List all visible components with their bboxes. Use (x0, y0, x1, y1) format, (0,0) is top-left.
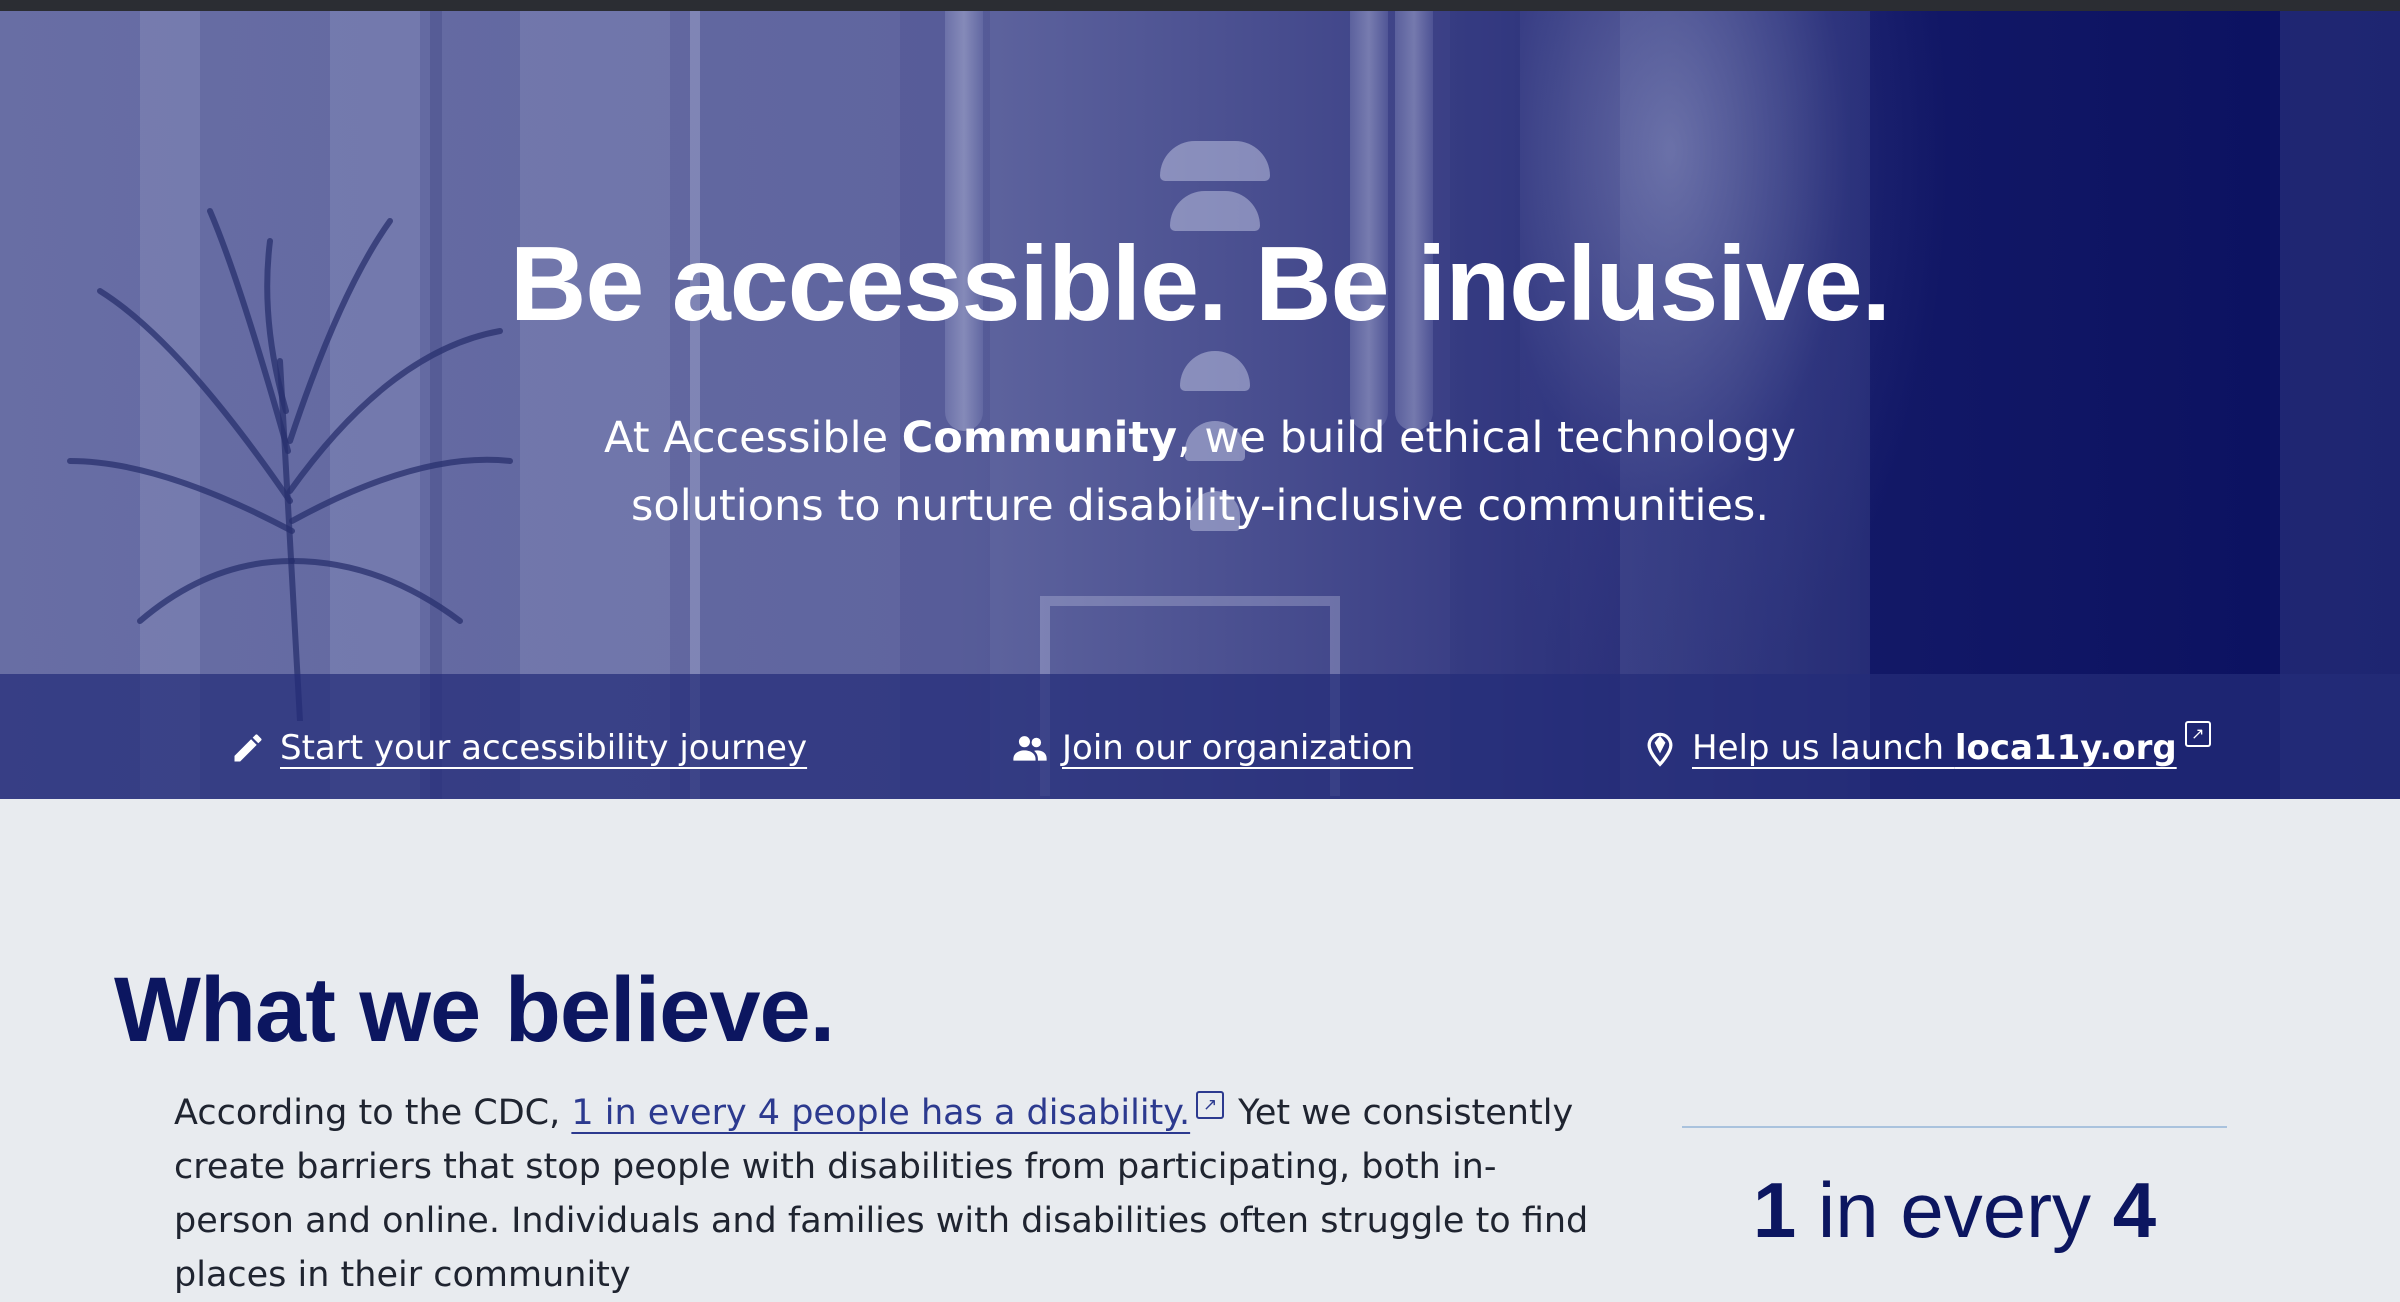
pencil-icon (228, 728, 268, 768)
hero-banner: Be accessible. Be inclusive. At Accessib… (0, 11, 2400, 799)
believe-paragraph: According to the CDC, 1 in every 4 peopl… (174, 1091, 1589, 1295)
external-link-icon: ↗ (2184, 721, 2211, 747)
stat-divider (1682, 1126, 2227, 1128)
join-organization-label: Join our organization (1062, 728, 1414, 768)
join-organization-link[interactable]: Join our organization (1010, 722, 1413, 774)
section-title: What we believe. (114, 959, 835, 1061)
cdc-statistic-link[interactable]: 1 in every 4 people has a disability. (571, 1093, 1190, 1133)
hero-action-bar: Start your accessibility journey Join ou… (0, 674, 2400, 799)
hero-subtitle: At Accessible Community, we build ethica… (604, 413, 1796, 531)
map-pin-icon (1640, 728, 1680, 768)
browser-top-edge (0, 0, 2400, 11)
hero-title: Be accessible. Be inclusive. (509, 225, 1891, 343)
external-link-icon: ↗ (1196, 1091, 1225, 1119)
start-journey-link[interactable]: Start your accessibility journey (228, 722, 807, 774)
start-journey-label: Start your accessibility journey (280, 728, 808, 768)
launch-locally-link[interactable]: Help us launch loca11y.org ↗ (1640, 721, 2211, 774)
launch-locally-label: Help us launch loca11y.org (1692, 728, 2177, 768)
people-icon (1010, 728, 1050, 768)
stat-callout: 1 in every 4 (1752, 1166, 2157, 1254)
